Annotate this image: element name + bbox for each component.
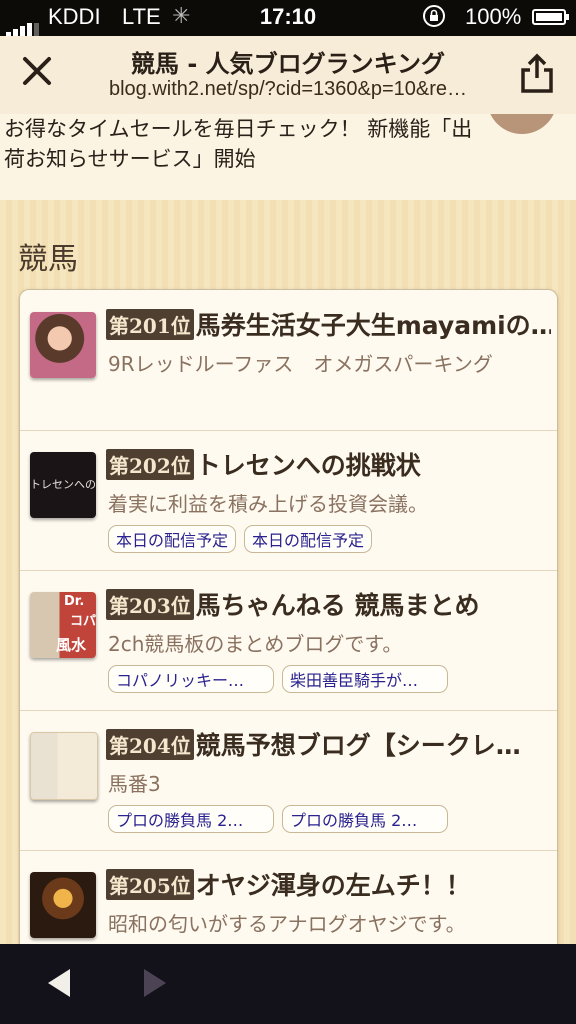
browser-header: 競馬 - 人気ブログランキング blog.with2.net/sp/?cid=1… [0,36,576,115]
ranking-list: 第201位 馬券生活女子大生mayamiの… 9Rレッドルーファス オメガスパーキ… [19,289,558,944]
blog-title[interactable]: 競馬予想ブログ【シークレ… [196,726,521,762]
thumbnail-text: コパ [70,614,96,629]
thumbnail-text: 風水 [56,636,87,654]
page-url: blog.with2.net/sp/?cid=1360&p=10&re… [108,78,468,100]
entry-tag[interactable]: プロの勝負馬 2… [282,805,448,833]
blog-description: 馬番3 [108,772,161,796]
list-item[interactable]: 第201位 馬券生活女子大生mayamiの… 9Rレッドルーファス オメガスパーキ… [20,290,557,431]
list-item[interactable]: 第205位 オヤジ渾身の左ムチ！！ 昭和の匂いがするアナログオヤジです。 [20,850,557,944]
close-icon[interactable] [20,54,54,88]
blog-description: 9Rレッドルーファス オメガスパーキング [108,352,493,376]
list-item[interactable]: Dr. コパ 風水 第203位 馬ちゃんねる 競馬まとめ 2ch競馬板のまとめブロ… [20,570,557,711]
thumbnail-text: トレセンへの [30,478,96,491]
thumbnail-text: Dr. [64,594,85,609]
list-item[interactable]: 第204位 競馬予想ブログ【シークレ… 馬番3 プロの勝負馬 2… プロの勝負馬 2… [20,710,557,851]
rank-badge: 第203位 [106,588,194,620]
banner-circle-button[interactable] [487,114,557,134]
entry-tag[interactable]: プロの勝負馬 2… [108,805,274,833]
rank-badge: 第202位 [106,448,194,480]
battery-icon [532,9,569,25]
entry-tag[interactable]: コパノリッキー… [108,665,274,693]
share-icon[interactable] [518,52,556,94]
entry-tag[interactable]: 柴田善臣騎手が… [282,665,448,693]
blog-title[interactable]: トレセンへの挑戦状 [196,446,421,482]
promo-banner[interactable]: お得なタイムセールを毎日チェック！ 新機能「出荷お知らせサービス」開始 [0,114,576,200]
blog-description: 着実に利益を積み上げる投資会議。 [108,492,428,516]
status-bar: KDDI LTE ✳ 17:10 100% [0,0,576,37]
blog-thumbnail [30,732,98,800]
rotation-lock-icon [423,5,445,27]
back-arrow-icon[interactable] [44,966,74,1000]
promo-text: お得なタイムセールを毎日チェック！ 新機能「出荷お知らせサービス」開始 [4,117,473,171]
page-title: 競馬 - 人気ブログランキング [131,50,445,78]
forward-arrow-icon[interactable] [140,966,170,1000]
browser-toolbar [0,944,576,1024]
battery-percent: 100% [465,4,522,29]
blog-description: 昭和の匂いがするアナログオヤジです。 [108,912,466,936]
blog-title[interactable]: 馬ちゃんねる 競馬まとめ [196,586,480,622]
blog-thumbnail: トレセンへの [30,452,96,518]
section-title: 競馬 [18,242,78,277]
web-content: お得なタイムセールを毎日チェック！ 新機能「出荷お知らせサービス」開始 競馬 第… [0,114,576,944]
blog-thumbnail [30,872,96,938]
entry-tag[interactable]: 本日の配信予定 [108,525,237,553]
blog-thumbnail: Dr. コパ 風水 [30,592,96,658]
rank-badge: 第205位 [106,868,194,900]
blog-title[interactable]: 馬券生活女子大生mayamiの… [196,306,551,342]
blog-description: 2ch競馬板のまとめブログです。 [108,632,403,656]
list-item[interactable]: トレセンへの 第202位 トレセンへの挑戦状 着実に利益を積み上げる投資会議。 本… [20,430,557,571]
blog-title[interactable]: オヤジ渾身の左ムチ！！ [196,866,471,902]
blog-thumbnail [30,312,96,378]
entry-tag[interactable]: 本日の配信予定 [244,525,373,553]
rank-badge: 第204位 [106,728,194,760]
rank-badge: 第201位 [106,308,194,340]
